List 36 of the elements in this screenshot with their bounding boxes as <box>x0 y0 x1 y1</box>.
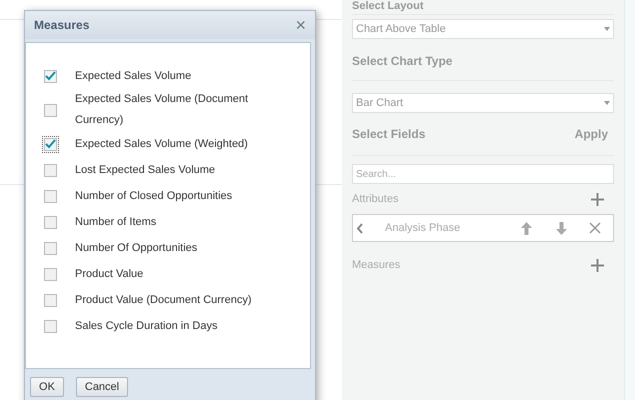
cancel-button[interactable]: Cancel <box>76 377 128 397</box>
add-icon[interactable] <box>591 192 604 206</box>
arrow-down-icon[interactable] <box>556 222 567 234</box>
dialog-title: Measures <box>34 17 90 34</box>
checkbox-label[interactable]: Number of Items <box>75 212 265 232</box>
section-heading: Select Layout <box>352 0 424 12</box>
checkbox-label[interactable]: Sales Cycle Duration in Days <box>75 316 265 336</box>
checkbox-label[interactable]: Lost Expected Sales Volume <box>75 160 265 180</box>
section-label: Attributes <box>352 192 398 207</box>
checkbox-label[interactable]: Number of Closed Opportunities <box>75 186 265 206</box>
checkbox[interactable] <box>44 294 57 306</box>
attribute-label: Analysis Phase <box>385 220 462 236</box>
add-icon[interactable] <box>591 258 604 272</box>
caret-icon <box>604 101 610 105</box>
remove-icon[interactable] <box>589 222 601 234</box>
checkbox-label[interactable]: Expected Sales Volume <box>75 66 265 86</box>
checkbox-label[interactable]: Product Value (Document Currency) <box>75 290 265 310</box>
arrow-up-icon[interactable] <box>521 222 532 234</box>
section-heading: Select Fields <box>352 126 426 143</box>
checkbox[interactable] <box>44 164 57 176</box>
search-field[interactable]: Search... <box>352 164 614 184</box>
checkbox-label[interactable]: Number Of Opportunities <box>75 238 265 258</box>
checkbox[interactable] <box>44 268 57 280</box>
checkbox[interactable] <box>44 190 57 202</box>
checkbox-label[interactable]: Product Value <box>75 264 265 284</box>
checkbox[interactable] <box>44 320 57 332</box>
caret-icon <box>604 27 610 31</box>
checkbox[interactable] <box>44 104 57 116</box>
checkbox[interactable] <box>44 70 57 82</box>
checkbox[interactable] <box>44 242 57 254</box>
ok-button[interactable]: OK <box>30 377 64 397</box>
checkbox-label[interactable]: Expected Sales Volume (Weighted) <box>75 134 265 154</box>
section-label: Measures <box>352 258 400 273</box>
checkbox-label[interactable]: Expected Sales Volume (Document Currency) <box>75 89 265 131</box>
section-heading: Select Chart Type <box>352 52 452 70</box>
checkbox[interactable] <box>44 216 57 228</box>
